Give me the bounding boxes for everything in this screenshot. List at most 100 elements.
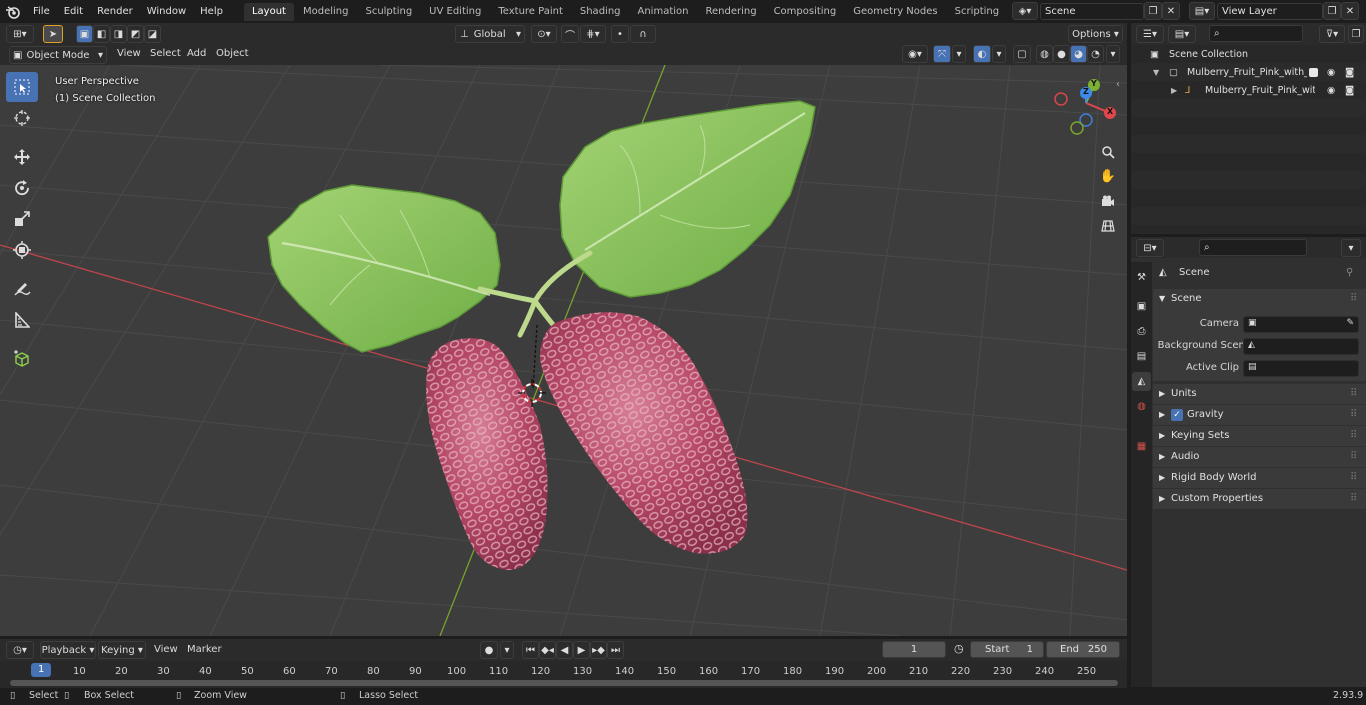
drag-handle-icon[interactable]: ⠿ (1350, 384, 1357, 404)
blender-logo-icon[interactable] (0, 0, 26, 23)
filter-icon[interactable]: ⊽▾ (1319, 25, 1345, 43)
tool-add-cube-icon[interactable] (6, 344, 38, 374)
subpanel-keying-sets[interactable]: ▶ Keying Sets ⠿ (1153, 426, 1366, 446)
pan-view-icon[interactable]: ✋ (1097, 165, 1119, 187)
expand-arrow-icon[interactable]: ▶ (1171, 82, 1177, 100)
pin-icon[interactable]: ⚲ (1346, 263, 1353, 283)
camera-icon[interactable]: ◙ (1345, 64, 1354, 82)
start-frame-field[interactable]: Start 1 (970, 641, 1044, 658)
jump-end-icon[interactable]: ⏭ (607, 641, 624, 659)
drag-handle-icon[interactable]: ⠿ (1350, 426, 1357, 446)
object-visibility-icon[interactable]: ◉▾ (902, 45, 928, 63)
scene-name-field[interactable]: Scene (1040, 2, 1144, 20)
background-scene-field[interactable]: ◭ (1243, 338, 1359, 355)
active-clip-field[interactable]: ▤ (1243, 360, 1359, 377)
properties-options-icon[interactable]: ▾ (1341, 239, 1361, 257)
sidebar-collapse-icon[interactable]: ‹ (1116, 79, 1120, 90)
select-subtract-icon[interactable]: ◨ (110, 25, 127, 43)
zoom-view-icon[interactable] (1097, 141, 1119, 163)
tab-texture-paint[interactable]: Texture Paint (490, 3, 571, 21)
new-view-layer-icon[interactable]: ❐ (1323, 2, 1341, 20)
timeline-menu-marker[interactable]: Marker (187, 644, 222, 655)
subpanel-rigid-body-world[interactable]: ▶ Rigid Body World ⠿ (1153, 468, 1366, 488)
new-collection-icon[interactable]: ❐ (1348, 25, 1364, 43)
tool-select-box-icon[interactable] (6, 72, 38, 102)
tab-animation[interactable]: Animation (630, 3, 697, 21)
scene-panel-header[interactable]: ▼ Scene ⠿ (1153, 289, 1366, 309)
tool-measure-icon[interactable] (6, 305, 38, 335)
shading-material-icon[interactable]: ◕ (1070, 45, 1087, 63)
eye-icon[interactable]: ◉ (1327, 64, 1335, 82)
timeline-editor-type-icon[interactable]: ◷▾ (6, 641, 34, 659)
tool-cursor-icon[interactable] (6, 103, 38, 133)
drag-handle-icon[interactable]: ⠿ (1350, 489, 1357, 509)
tool-transform-icon[interactable] (6, 235, 38, 265)
subpanel-custom-properties[interactable]: ▶ Custom Properties ⠿ (1153, 489, 1366, 509)
viewport-menu-view[interactable]: View (117, 48, 141, 59)
subpanel-audio[interactable]: ▶ Audio ⠿ (1153, 447, 1366, 467)
tab-world-icon[interactable]: ◍ (1132, 397, 1151, 416)
subpanel-gravity[interactable]: ▶ ✓ Gravity ⠿ (1153, 405, 1366, 425)
shading-options-icon[interactable]: ▾ (1106, 45, 1120, 63)
menu-help[interactable]: Help (193, 0, 230, 23)
tool-scale-icon[interactable] (6, 204, 38, 234)
view-layer-browse-icon[interactable]: ▤▾ (1189, 2, 1215, 20)
gizmo-x-label[interactable]: X (1107, 107, 1113, 116)
select-new-icon[interactable]: ▣ (76, 25, 93, 43)
overlay-toggle-icon[interactable]: ◐ (973, 45, 991, 63)
eye-icon[interactable]: ◉ (1327, 82, 1335, 100)
gizmo-y-label[interactable]: Y (1091, 79, 1097, 88)
tab-texture-icon[interactable]: ▦ (1132, 437, 1151, 456)
outliner-scene-collection-row[interactable]: ▣ Scene Collection (1131, 46, 1366, 64)
tab-scene-icon[interactable]: ◭ (1132, 372, 1151, 391)
prev-keyframe-icon[interactable]: ◆◂ (539, 641, 556, 659)
timeline-scrollbar[interactable] (10, 680, 1118, 686)
outliner-item-row[interactable]: ▼ ▢ Mulberry_Fruit_Pink_with_Lea ◉ ◙ (1131, 64, 1366, 82)
transform-orientation-dropdown[interactable]: ⊥ Global ▾ (455, 25, 525, 43)
play-reverse-icon[interactable]: ◀ (556, 641, 573, 659)
menu-render[interactable]: Render (90, 0, 140, 23)
keying-options-icon[interactable]: ▾ (500, 641, 514, 659)
tab-rendering[interactable]: Rendering (697, 3, 764, 21)
drag-handle-icon[interactable]: ⠿ (1350, 468, 1357, 488)
select-tool-icon[interactable]: ➤ (43, 25, 63, 43)
tab-view-layer-icon[interactable]: ▤ (1132, 347, 1151, 366)
proportional-edit-icon[interactable]: • (611, 25, 629, 43)
tab-layout[interactable]: Layout (243, 2, 294, 21)
stopwatch-icon[interactable]: ◷ (954, 642, 964, 655)
tab-modeling[interactable]: Modeling (295, 3, 357, 21)
viewport-menu-add[interactable]: Add (187, 48, 206, 59)
pivot-point-icon[interactable]: ⊙▾ (531, 25, 557, 43)
end-frame-field[interactable]: End 250 (1046, 641, 1120, 658)
proportional-falloff-icon[interactable]: ∩ (630, 25, 656, 43)
tab-scripting[interactable]: Scripting (947, 3, 1007, 21)
tab-render-icon[interactable]: ▣ (1132, 297, 1151, 316)
expand-arrow-icon[interactable]: ▼ (1153, 64, 1159, 82)
tab-uv-editing[interactable]: UV Editing (421, 3, 489, 21)
view-layer-selector[interactable]: ▤▾ View Layer ❐ ✕ (1189, 2, 1365, 20)
xray-toggle-icon[interactable]: ▢ (1013, 45, 1031, 63)
viewport-menu-select[interactable]: Select (150, 48, 181, 59)
tool-move-icon[interactable] (6, 142, 38, 172)
new-scene-icon[interactable]: ❐ (1144, 2, 1162, 20)
menu-window[interactable]: Window (140, 0, 193, 23)
timeline-menu-view[interactable]: View (154, 644, 178, 655)
next-keyframe-icon[interactable]: ▸◆ (590, 641, 607, 659)
timeline-ruler[interactable]: 1 10 20 30 40 50 60 70 80 90 100 110 120… (0, 661, 1127, 688)
select-invert-icon[interactable]: ◩ (127, 25, 144, 43)
editor-type-icon[interactable]: ⊞▾ (6, 25, 34, 43)
select-extend-icon[interactable]: ◧ (93, 25, 110, 43)
gizmo-toggle-icon[interactable]: ⤧ (933, 45, 951, 63)
options-dropdown[interactable]: Options ▾ (1068, 25, 1123, 43)
drag-handle-icon[interactable]: ⠿ (1350, 447, 1357, 467)
outliner-editor-type-icon[interactable]: ☰▾ (1136, 25, 1164, 43)
play-icon[interactable]: ▶ (573, 641, 590, 659)
shading-rendered-icon[interactable]: ◔ (1087, 45, 1104, 63)
tab-geometry-nodes[interactable]: Geometry Nodes (845, 3, 945, 21)
menu-file[interactable]: File (26, 0, 57, 23)
overlay-options-icon[interactable]: ▾ (992, 45, 1006, 63)
outliner-search-input[interactable]: ⌕ (1209, 25, 1303, 42)
properties-search-input[interactable]: ⌕ (1199, 239, 1307, 256)
eyedropper-icon[interactable]: ✎ (1346, 318, 1354, 328)
tab-shading[interactable]: Shading (572, 3, 629, 21)
